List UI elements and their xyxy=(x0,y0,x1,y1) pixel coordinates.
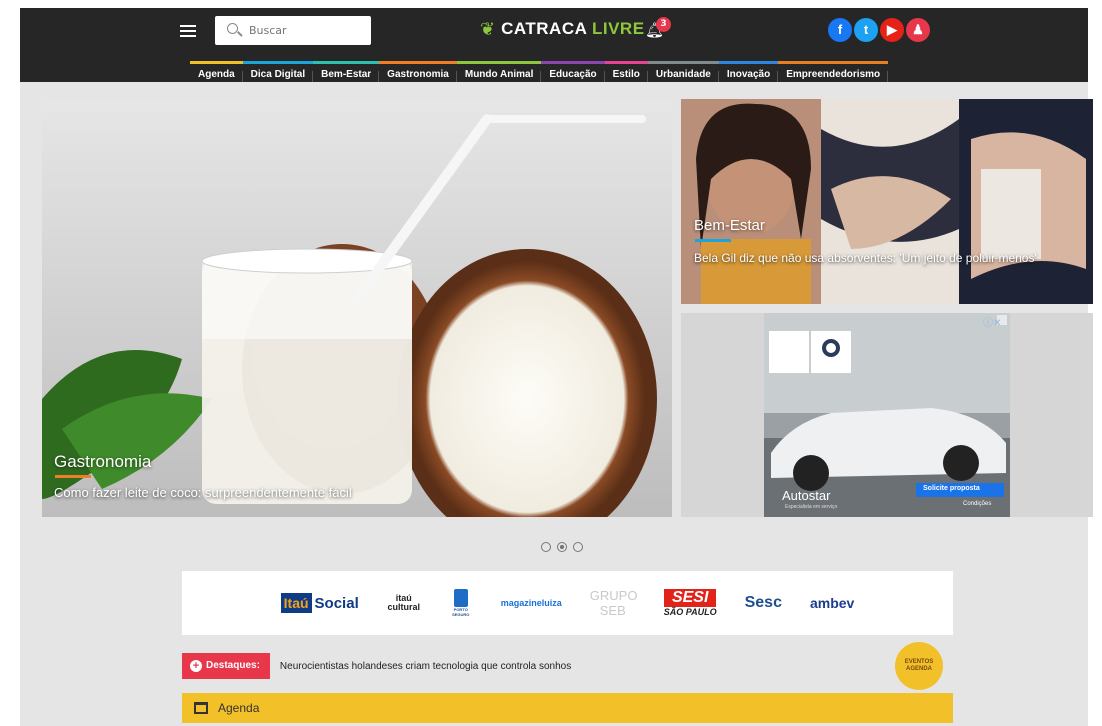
ad-tagline: Especialista em serviço xyxy=(785,504,838,510)
nav-item-agenda[interactable]: Agenda xyxy=(190,61,243,85)
carousel-dot-active[interactable] xyxy=(557,542,567,552)
ad-cta-button[interactable]: Solicite proposta xyxy=(923,485,980,492)
menu-icon[interactable] xyxy=(180,25,196,37)
hero-title[interactable]: Como fazer leite de coco: surpreendentem… xyxy=(54,485,352,500)
carousel-dots xyxy=(541,542,583,552)
side-story[interactable]: Bem-Estar Bela Gil diz que não usa absor… xyxy=(681,99,1093,304)
side-story-title[interactable]: Bela Gil diz que não usa absorventes: 'U… xyxy=(694,248,1084,268)
hero-category[interactable]: Gastronomia xyxy=(54,452,151,472)
ad-banner-image xyxy=(764,313,1010,517)
carousel-dot[interactable] xyxy=(541,542,551,552)
nav-item-estilo[interactable]: Estilo xyxy=(604,61,649,85)
ad-choices-icon[interactable]: ⓘ✕ xyxy=(983,314,1001,329)
nav-item-empreendedorismo[interactable]: Empreendedorismo xyxy=(778,61,889,85)
nav-item-inova-o[interactable]: Inovação xyxy=(718,61,779,85)
twitter-icon[interactable]: t xyxy=(854,18,878,42)
search-box[interactable] xyxy=(215,16,371,45)
sponsor-grupo-seb[interactable]: GRUPO SEB xyxy=(590,588,638,618)
highlights-bar: Destaques: Neurocientistas holandeses cr… xyxy=(182,652,953,680)
page-frame-left xyxy=(0,0,20,726)
sponsor-sesi-sp-label: SÃO PAULO xyxy=(663,607,717,617)
side-story-category-underline xyxy=(695,239,731,242)
nav-item-dica-digital[interactable]: Dica Digital xyxy=(242,61,314,85)
nav-item-educa-o[interactable]: Educação xyxy=(541,61,605,85)
hero-category-underline xyxy=(55,475,91,478)
notifications-button[interactable]: 🔔︎ 3 xyxy=(645,17,671,43)
sponsor-itau-social[interactable]: Itaú Social xyxy=(280,593,359,613)
notification-count-badge: 3 xyxy=(656,17,671,32)
logo-text: CATRACA LIVRE xyxy=(501,19,644,39)
sponsor-porto-label: PORTO SEGURO xyxy=(452,607,470,617)
nav-item-mundo-animal[interactable]: Mundo Animal xyxy=(456,61,542,85)
sponsor-sesi[interactable]: SESI SÃO PAULO xyxy=(664,589,717,617)
nav-item-gastronomia[interactable]: Gastronomia xyxy=(379,61,457,85)
ad-brand: Autostar xyxy=(782,488,831,503)
agenda-section-header[interactable]: Agenda xyxy=(182,693,953,723)
events-label: EVENTOS xyxy=(904,659,934,665)
nav-item-urbanidade[interactable]: Urbanidade xyxy=(647,61,719,85)
hero-story[interactable]: Gastronomia Como fazer leite de coco: su… xyxy=(42,99,672,517)
sponsor-magazine-luiza[interactable]: magazineluiza xyxy=(501,598,562,608)
search-input[interactable] xyxy=(249,22,364,39)
sponsor-itau-social-label: Social xyxy=(314,594,359,612)
user-icon[interactable]: ♟ xyxy=(906,18,930,42)
sponsor-sesi-label: SESI xyxy=(663,589,717,607)
agenda-label: AGENDA xyxy=(905,666,932,672)
site-logo[interactable]: ❦ CATRACA LIVRE xyxy=(480,16,645,42)
search-icon xyxy=(227,23,238,34)
highlights-headline[interactable]: Neurocientistas holandeses criam tecnolo… xyxy=(280,661,571,672)
events-agenda-button[interactable]: EVENTOS AGENDA xyxy=(895,642,943,690)
sponsor-itau-cultural[interactable]: itaú cultural xyxy=(387,594,421,612)
calendar-icon xyxy=(194,702,208,714)
sponsors-bar: Itaú Social itaú cultural PORTO SEGURO m… xyxy=(182,571,953,635)
ad-conditions: Condições xyxy=(963,501,992,507)
category-nav: Agenda Dica Digital Bem-Estar Gastronomia Mu… xyxy=(190,61,889,85)
side-story-category[interactable]: Bem-Estar xyxy=(694,217,765,234)
youtube-icon[interactable]: ▶ xyxy=(880,18,904,42)
logo-mark-icon: ❦ xyxy=(480,18,496,40)
logo-text-suffix: LIVRE xyxy=(591,19,645,38)
sponsor-sesc[interactable]: Sesc xyxy=(745,594,782,612)
logo-text-prefix: CATRACA xyxy=(501,19,587,38)
sponsor-ambev[interactable]: ambev xyxy=(810,595,854,611)
side-story-image xyxy=(681,99,1093,304)
advertisement[interactable]: ⓘ✕ Autostar Especialista em serviço Soli… xyxy=(681,313,1093,517)
agenda-section-title: Agenda xyxy=(218,701,260,715)
sponsor-itau-badge: Itaú xyxy=(280,593,312,613)
site-header: ❦ CATRACA LIVRE 🔔︎ 3 ft▶♟ AgendaDica Dig… xyxy=(20,8,1088,82)
carousel-dot[interactable] xyxy=(573,542,583,552)
nav-item-bem-estar[interactable]: Bem-Estar xyxy=(313,61,380,85)
facebook-icon[interactable]: f xyxy=(828,18,852,42)
porto-seguro-logo-icon xyxy=(453,589,468,607)
highlights-label: Destaques: xyxy=(182,653,270,679)
sponsor-porto-seguro[interactable]: PORTO SEGURO xyxy=(449,589,473,617)
page-frame-top xyxy=(0,0,1102,8)
